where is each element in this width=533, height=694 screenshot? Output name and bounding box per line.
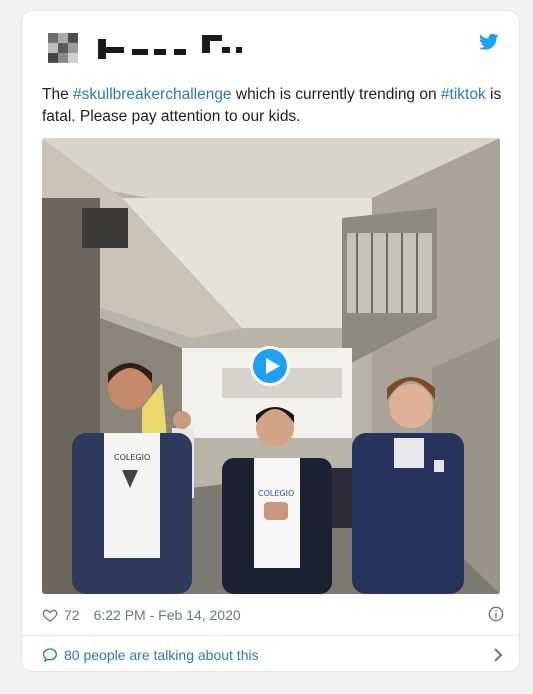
tweet-text-part: which is currently trending on [231, 86, 441, 103]
shirt-text: COLEGIO [114, 453, 150, 462]
info-icon[interactable] [488, 606, 504, 622]
author-name-redacted[interactable] [98, 35, 243, 59]
avatar[interactable] [48, 33, 78, 63]
speech-bubble-icon [42, 648, 58, 663]
timestamp[interactable]: 6:22 PM - Feb 14, 2020 [94, 607, 241, 623]
hashtag-tiktok[interactable]: #tiktok [441, 86, 486, 103]
heart-icon[interactable] [42, 607, 58, 623]
twitter-bird-icon[interactable] [479, 33, 499, 51]
tweet-text: The #skullbreakerchallenge which is curr… [42, 84, 504, 128]
conversation-link[interactable]: 80 people are talking about this [42, 644, 504, 666]
tweet-card: The #skullbreakerchallenge which is curr… [21, 10, 520, 672]
chevron-right-icon [494, 648, 503, 662]
like-count[interactable]: 72 [64, 607, 80, 623]
divider [22, 635, 519, 636]
video-thumbnail[interactable]: COLEGIO COLEGIO [42, 138, 500, 594]
play-icon[interactable] [250, 346, 290, 386]
tweet-text-part: The [42, 86, 74, 103]
shirt-text: COLEGIO [258, 489, 294, 498]
hashtag-skullbreakerchallenge[interactable]: #skullbreakerchallenge [73, 86, 232, 103]
conversation-label: 80 people are talking about this [64, 647, 259, 663]
tweet-meta: 72 6:22 PM - Feb 14, 2020 [42, 605, 504, 625]
